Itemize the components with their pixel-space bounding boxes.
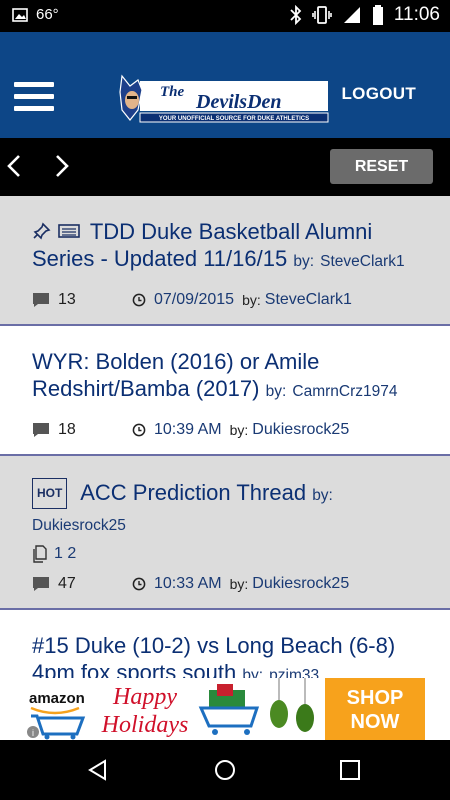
reset-button[interactable]: RESET xyxy=(330,149,433,184)
clock-text: 11:06 xyxy=(393,4,440,25)
ad-banner[interactable]: amazon i Happy Holidays SHOP NOW xyxy=(25,678,425,740)
ad-brand: amazon xyxy=(29,690,85,707)
by-label: by: xyxy=(312,487,333,504)
menu-icon[interactable] xyxy=(14,82,54,114)
last-post-user[interactable]: Dukiesrock25 xyxy=(252,575,349,593)
chevron-right-icon[interactable] xyxy=(46,150,78,182)
thread-author[interactable]: SteveClark1 xyxy=(320,253,404,270)
last-post-time: 07/09/2015 xyxy=(154,291,235,308)
svg-text:i: i xyxy=(32,728,34,738)
logout-button[interactable]: LOGOUT xyxy=(341,84,416,104)
logo-text-devilsden: DevilsDen xyxy=(195,91,282,113)
cell-signal-icon xyxy=(343,7,360,23)
temperature-text: 66° xyxy=(36,6,59,23)
last-post-by-label: by: xyxy=(229,422,249,438)
recents-icon[interactable] xyxy=(339,759,361,781)
comment-icon xyxy=(33,577,49,591)
last-post-user[interactable]: SteveClark1 xyxy=(265,291,352,309)
thread-item[interactable]: WYR: Bolden (2016) or Amile Redshirt/Bam… xyxy=(0,326,450,456)
thread-meta: 13 07/09/2015 by: SteveClark1 xyxy=(32,291,422,309)
battery-icon xyxy=(372,5,383,25)
vibrate-icon xyxy=(312,6,332,24)
last-post-by-label: by: xyxy=(229,576,249,592)
ad-line1: Happy xyxy=(112,684,177,710)
comment-count: 47 xyxy=(58,575,76,592)
hot-badge: HOT xyxy=(32,478,68,509)
thread-author[interactable]: CamrnCrz1974 xyxy=(292,383,397,400)
pages-icon xyxy=(33,545,47,563)
back-icon[interactable] xyxy=(86,758,110,782)
page-links[interactable]: 1 2 xyxy=(54,545,76,563)
last-post-time: 10:33 AM xyxy=(154,575,222,592)
by-label: by: xyxy=(265,383,287,400)
announcement-icon xyxy=(58,224,80,238)
last-post-by-label: by: xyxy=(242,292,261,308)
app-header: The DevilsDen YOUR UNOFFICIAL SOURCE FOR… xyxy=(0,32,450,138)
thread-item[interactable]: HOT ACC Prediction Thread by: Dukiesrock… xyxy=(0,456,450,610)
thread-meta: 18 10:39 AM by: Dukiesrock25 xyxy=(32,421,422,439)
home-icon[interactable] xyxy=(213,758,237,782)
last-post-user[interactable]: Dukiesrock25 xyxy=(252,421,349,439)
thread-toolbar: RESET xyxy=(0,138,450,196)
status-bar: 66° 11:06 xyxy=(0,0,450,32)
thread-item[interactable]: TDD Duke Basketball Alumni Series - Upda… xyxy=(0,196,450,326)
by-label: by: xyxy=(293,253,315,270)
ad-cta-line1[interactable]: SHOP xyxy=(347,687,404,709)
image-notification-icon xyxy=(12,7,28,22)
ad-line2: Holidays xyxy=(101,712,189,738)
clock-icon xyxy=(132,577,146,591)
thread-meta: 47 10:33 AM by: Dukiesrock25 xyxy=(32,575,422,593)
thread-title-block[interactable]: HOT ACC Prediction Thread by: Dukiesrock… xyxy=(32,478,420,539)
last-post-time: 10:39 AM xyxy=(154,421,222,438)
devils-den-logo[interactable]: The DevilsDen YOUR UNOFFICIAL SOURCE FOR… xyxy=(118,70,332,128)
logo-text-the: The xyxy=(160,84,185,100)
thread-title-block[interactable]: WYR: Bolden (2016) or Amile Redshirt/Bam… xyxy=(32,348,420,405)
comment-icon xyxy=(33,423,49,437)
thread-title[interactable]: ACC Prediction Thread xyxy=(80,480,306,505)
comment-icon xyxy=(33,293,49,307)
clock-icon xyxy=(132,293,146,307)
thread-author[interactable]: Dukiesrock25 xyxy=(32,517,126,534)
ad-cta-line2[interactable]: NOW xyxy=(351,711,400,733)
comment-count: 13 xyxy=(58,291,76,308)
pin-icon xyxy=(33,222,51,240)
chevron-left-icon[interactable] xyxy=(0,150,32,182)
thread-list: TDD Duke Basketball Alumni Series - Upda… xyxy=(0,196,450,740)
bluetooth-icon xyxy=(290,5,302,25)
comment-count: 18 xyxy=(58,421,76,438)
clock-icon xyxy=(132,423,146,437)
thread-title-block[interactable]: TDD Duke Basketball Alumni Series - Upda… xyxy=(32,218,420,275)
system-nav-bar xyxy=(0,740,450,800)
logo-tagline: YOUR UNOFFICIAL SOURCE FOR DUKE ATHLETIC… xyxy=(159,116,309,122)
thread-pages: 1 2 xyxy=(32,545,420,563)
